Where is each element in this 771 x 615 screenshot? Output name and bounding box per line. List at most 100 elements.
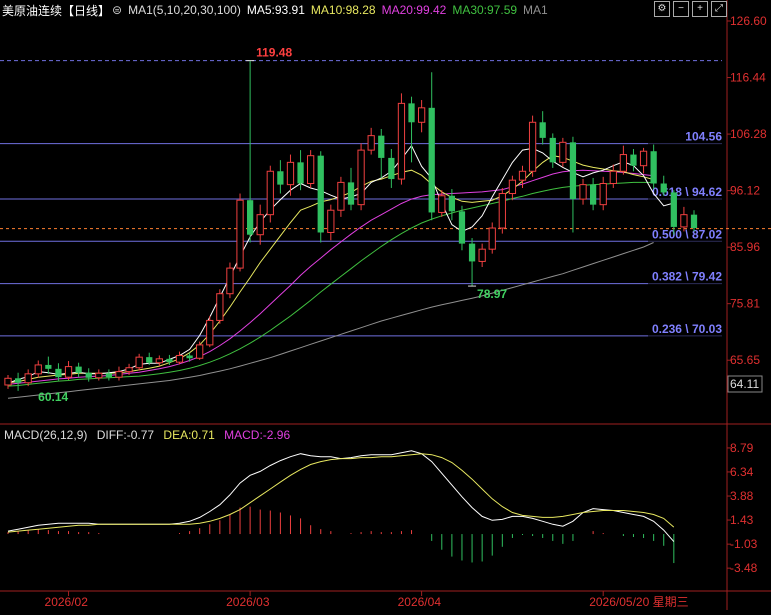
- candle-body: [357, 149, 365, 206]
- low1-label: 60.14: [38, 390, 68, 404]
- current-price-label: 64.11: [730, 377, 759, 391]
- low2-label: 78.97: [477, 287, 507, 301]
- candle-body: [256, 214, 264, 236]
- candle-body: [690, 214, 698, 229]
- candle-body: [216, 293, 224, 321]
- candle-body: [639, 150, 648, 167]
- candle-body: [619, 154, 628, 172]
- candle-body: [166, 358, 173, 363]
- candle-body: [528, 121, 537, 172]
- candle-body: [549, 137, 556, 163]
- candle-body: [105, 373, 113, 378]
- fib-label: 0.500 \ 87.02: [652, 227, 722, 241]
- ma20-line: [7, 169, 654, 385]
- settings-icon[interactable]: ⚙: [654, 1, 670, 17]
- price-tick-label: 96.12: [730, 184, 760, 198]
- candle-body: [508, 179, 517, 195]
- candle-body: [115, 371, 123, 378]
- candle-body: [670, 192, 677, 227]
- maximize-icon[interactable]: ⤢: [711, 1, 727, 17]
- ma-params[interactable]: MA1(5,10,20,30,100): [128, 3, 241, 17]
- macd-params[interactable]: MACD(26,12,9): [4, 428, 87, 442]
- candle-body: [579, 184, 587, 200]
- candle-body: [45, 364, 52, 369]
- macd-header: MACD(26,12,9) DIFF:-0.77 DEA:0.71 MACD:-…: [4, 428, 296, 442]
- candle-body: [438, 195, 446, 213]
- candle-body: [196, 344, 204, 359]
- candle-body: [266, 170, 274, 216]
- candle-body: [55, 368, 62, 378]
- candle-body: [488, 227, 496, 250]
- candle-body: [186, 355, 193, 359]
- candle-body: [226, 267, 234, 295]
- candle-body: [458, 211, 466, 244]
- period-label[interactable]: 【日线】: [62, 2, 110, 19]
- candle-body: [518, 170, 527, 181]
- macd-value: MACD:-2.96: [224, 428, 291, 442]
- candle-body: [307, 155, 315, 185]
- candle-body: [327, 209, 335, 233]
- date-label: 2026/03: [226, 595, 270, 609]
- candle-body: [277, 171, 284, 185]
- price-tick-label: 65.65: [730, 353, 760, 367]
- candle-body: [75, 366, 82, 373]
- candle-body: [367, 135, 375, 151]
- candle-body: [95, 372, 103, 379]
- candle-body: [599, 183, 607, 206]
- candle-body: [135, 356, 143, 369]
- candle-body: [388, 157, 395, 180]
- macd-tick-label: 3.88: [730, 489, 754, 503]
- candle-body: [559, 141, 567, 163]
- window-buttons: ⚙ − + ⤢: [654, 1, 727, 17]
- candle-body: [650, 151, 657, 184]
- fib-label: 0.382 \ 79.42: [652, 270, 722, 284]
- candle-body: [347, 182, 355, 205]
- candle-body: [286, 161, 295, 186]
- candle-body: [246, 200, 254, 235]
- candle-body: [64, 366, 73, 378]
- symbol-name[interactable]: 美原油连续: [2, 2, 62, 19]
- plus-icon[interactable]: +: [692, 1, 708, 17]
- macd-dea: DEA:0.71: [163, 428, 215, 442]
- candle-body: [206, 319, 214, 346]
- minus-icon[interactable]: −: [673, 1, 689, 17]
- price-tick-label: 75.81: [730, 297, 760, 311]
- ma10-value: MA10:98.28: [310, 3, 376, 17]
- gear-icon[interactable]: ⊜: [112, 3, 122, 17]
- ma30-value: MA30:97.59: [452, 3, 518, 17]
- candle-body: [498, 193, 506, 229]
- candle-body: [378, 135, 385, 158]
- candle-body: [4, 377, 12, 386]
- macd-tick-label: -1.03: [730, 537, 758, 551]
- candle-body: [417, 107, 426, 123]
- candle-body: [448, 195, 456, 212]
- candle-body: [24, 373, 32, 384]
- kline-chart[interactable]: 126.60116.44106.2896.1285.9675.8165.6564…: [0, 0, 771, 610]
- candle-body: [317, 155, 324, 233]
- candle-body: [337, 181, 345, 211]
- candle-body: [680, 214, 688, 228]
- macd-diff: DIFF:-0.77: [96, 428, 155, 442]
- candle-body: [408, 103, 415, 123]
- fib-label: 104.56: [685, 130, 722, 144]
- candle-body: [34, 364, 42, 375]
- ma5-value: MA5:93.91: [246, 3, 305, 17]
- candle-body: [85, 372, 92, 378]
- macd-tick-label: 6.34: [730, 465, 754, 479]
- candle-body: [155, 358, 163, 364]
- macd-tick-label: -3.48: [730, 561, 758, 575]
- macd-diff-line: [7, 450, 675, 542]
- chart-root[interactable]: 126.60 116.44 106.28 96.12 85.96 75.81 65.65 64…: [0, 0, 771, 610]
- price-tick-label: 106.28: [730, 127, 767, 141]
- macd-tick-label: 8.79: [730, 441, 754, 455]
- candle-body: [236, 199, 244, 269]
- chart-header: 美原油连续 【日线】 ⊜ MA1(5,10,20,30,100) MA5:93.…: [0, 0, 771, 20]
- high-label: 119.48: [256, 46, 292, 60]
- candle-body: [478, 248, 486, 262]
- candle-body: [630, 154, 637, 166]
- price-tick-label: 116.44: [730, 71, 766, 85]
- candle-body: [297, 162, 304, 184]
- ma20-value: MA20:99.42: [381, 3, 447, 17]
- candle-body: [397, 102, 406, 180]
- date-label: 2026/02: [45, 595, 89, 609]
